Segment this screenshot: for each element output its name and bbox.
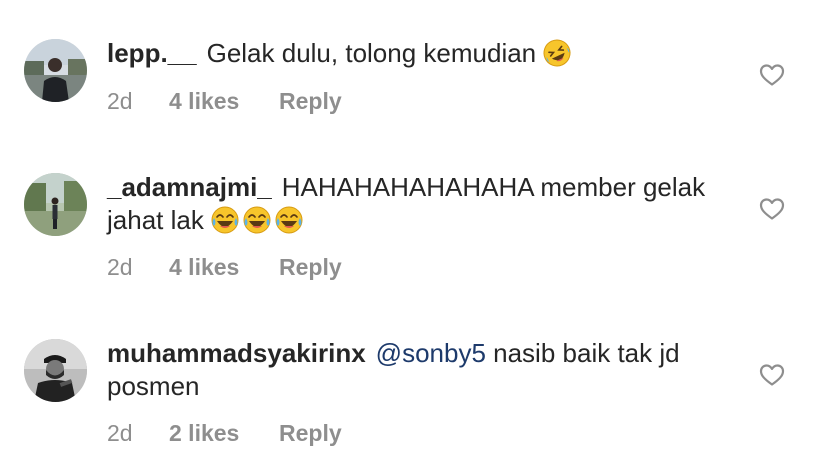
comment-time: 2d (107, 420, 133, 446)
comment-meta: 2d 4 likes Reply (107, 88, 342, 115)
comment-text: lepp.__ Gelak dulu, tolong kemudian (107, 37, 727, 70)
reply-button[interactable]: Reply (279, 420, 342, 447)
avatar-photo (24, 173, 87, 236)
comment-username[interactable]: muhammadsyakirinx (107, 338, 366, 368)
reply-button[interactable]: Reply (279, 88, 342, 115)
mention-link[interactable]: @sonby5 (376, 338, 486, 368)
heart-outline-icon[interactable] (759, 197, 785, 221)
comment-likes[interactable]: 4 likes (169, 88, 279, 115)
comment-body: Gelak dulu, tolong kemudian (206, 38, 537, 68)
comment-text: _adamnajmi_ HAHAHAHAHAHAHA member gelak j… (107, 171, 727, 237)
avatar[interactable] (24, 39, 87, 102)
comment-likes[interactable]: 2 likes (169, 420, 279, 447)
comment-username[interactable]: _adamnajmi_ (107, 172, 272, 202)
comment-username[interactable]: lepp.__ (107, 38, 197, 68)
tears-of-joy-emoji (242, 205, 272, 235)
rolling-on-floor-laughing-emoji (542, 38, 572, 68)
comment-likes[interactable]: 4 likes (169, 254, 279, 281)
reply-button[interactable]: Reply (279, 254, 342, 281)
avatar-photo (24, 39, 87, 102)
avatar[interactable] (24, 339, 87, 402)
comment-meta: 2d 4 likes Reply (107, 254, 342, 281)
comment-time: 2d (107, 254, 133, 280)
tears-of-joy-emoji (210, 205, 240, 235)
comment-text: muhammadsyakirinx @sonby5 nasib baik tak … (107, 337, 727, 403)
avatar[interactable] (24, 173, 87, 236)
heart-outline-icon[interactable] (759, 63, 785, 87)
avatar-photo (24, 339, 87, 402)
tears-of-joy-emoji (274, 205, 304, 235)
heart-outline-icon[interactable] (759, 363, 785, 387)
comment-time: 2d (107, 88, 133, 114)
comment-meta: 2d 2 likes Reply (107, 420, 342, 447)
